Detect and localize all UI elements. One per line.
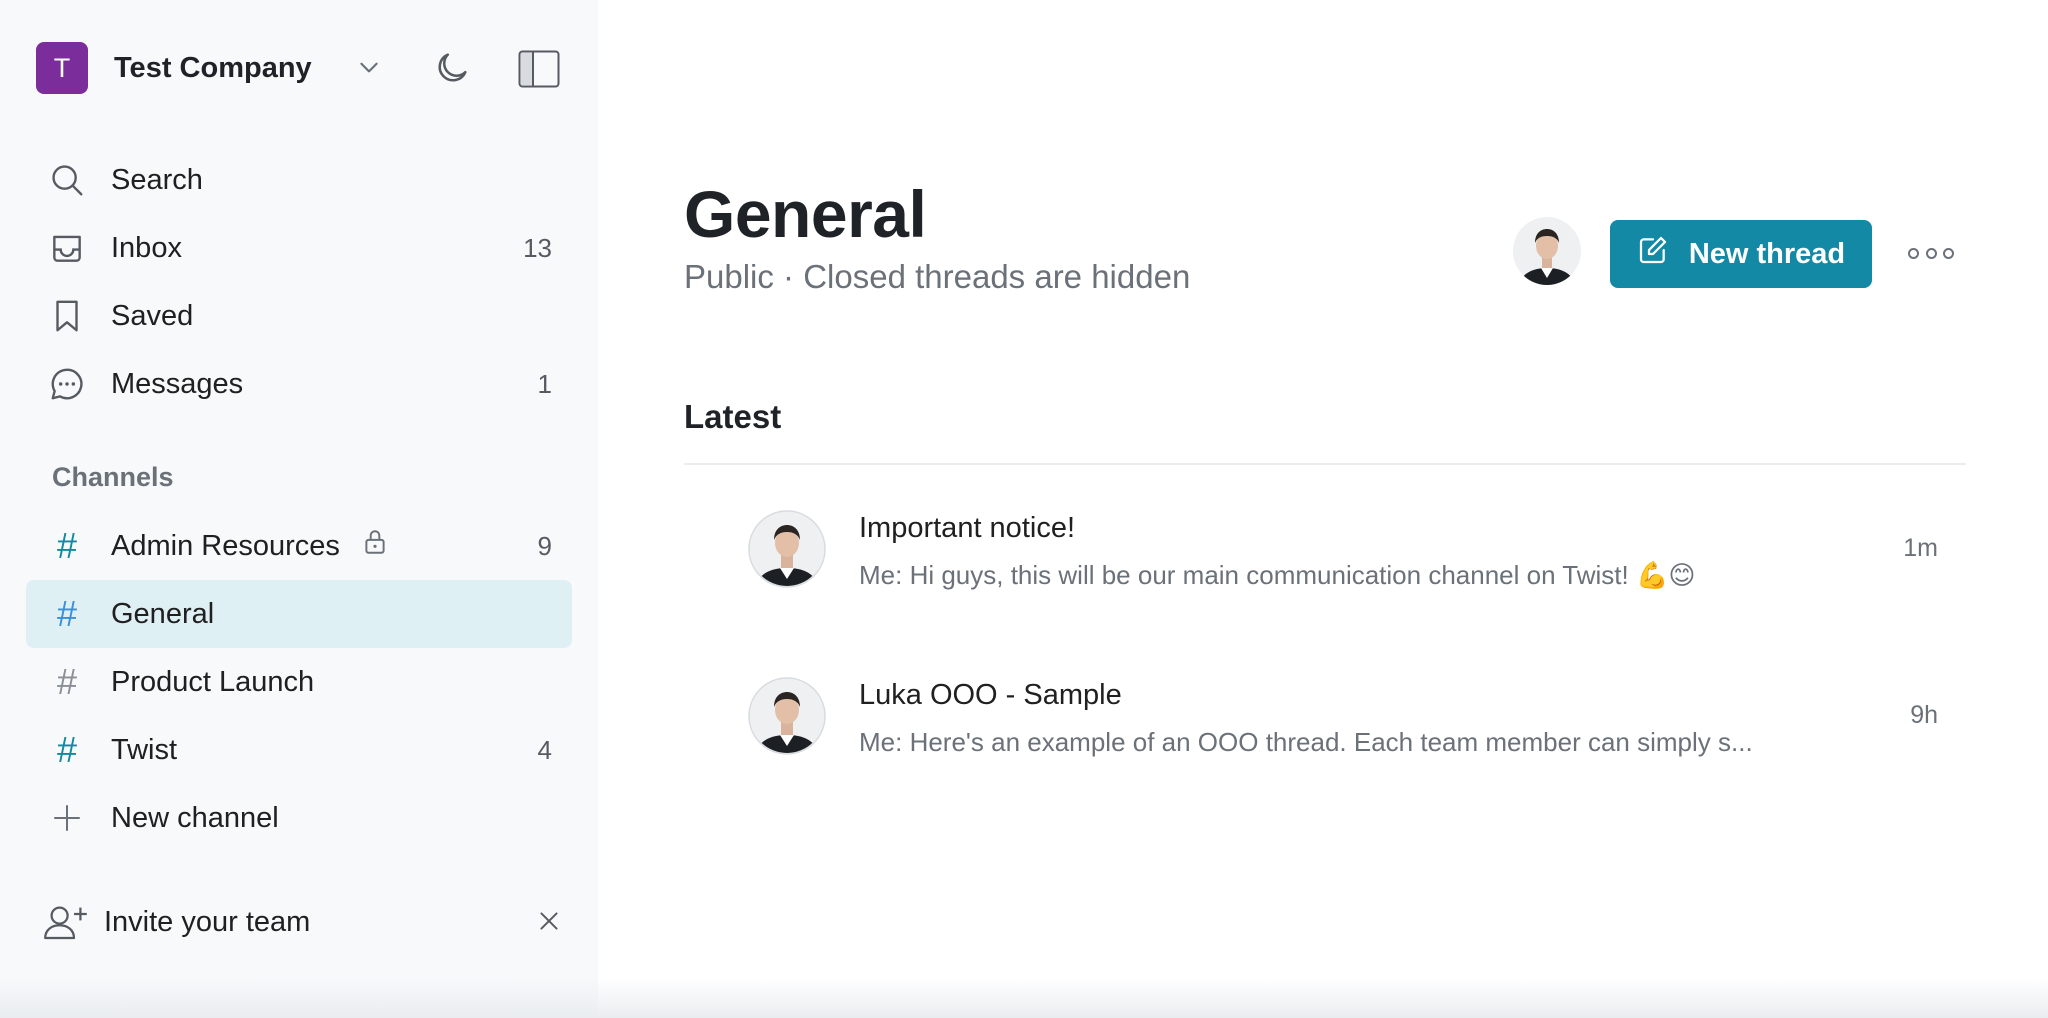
chat-bubble-icon — [48, 365, 86, 403]
nav-search-label: Search — [111, 163, 203, 196]
thread-snippet: Me: Hi guys, this will be our main commu… — [859, 560, 1696, 590]
thread-timestamp: 9h — [1910, 701, 1938, 729]
new-thread-label: New thread — [1688, 237, 1846, 270]
nav-messages[interactable]: Messages 1 — [26, 350, 572, 418]
channel-name: Twist — [111, 733, 178, 766]
nav-saved[interactable]: Saved — [26, 282, 572, 350]
thread-timestamp: 1m — [1903, 534, 1938, 562]
channels-section-title: Channels — [52, 462, 174, 492]
page-subtitle: Public · Closed threads are hidden — [684, 258, 1191, 295]
thread-item[interactable]: Important notice! Me: Hi guys, this will… — [748, 510, 1938, 600]
avatar — [748, 677, 826, 755]
thread-title: Important notice! — [859, 512, 1075, 544]
workspace-avatar[interactable]: T — [36, 42, 88, 94]
channel-count: 4 — [537, 734, 552, 765]
add-user-icon — [42, 902, 90, 947]
moon-icon[interactable] — [432, 48, 472, 93]
channel-count: 9 — [537, 530, 552, 561]
invite-team[interactable]: Invite your team — [42, 892, 562, 952]
nav-search[interactable]: Search — [26, 146, 572, 214]
nav-inbox-count: 13 — [523, 232, 552, 263]
channel-item-general[interactable]: # General — [26, 580, 572, 648]
avatar — [748, 510, 826, 588]
channel-name: General — [111, 597, 215, 630]
sidebar: T Test Company Search Inbox 13 Saved Mes… — [0, 0, 598, 1018]
thread-title: Luka OOO - Sample — [859, 679, 1122, 711]
hash-icon: # — [56, 661, 78, 702]
workspace-name[interactable]: Test Company — [114, 52, 312, 85]
hash-icon: # — [56, 525, 78, 566]
new-channel-label: New channel — [111, 801, 279, 834]
plus-icon — [48, 799, 86, 837]
bottom-shade — [0, 978, 2048, 1018]
nav-inbox-label: Inbox — [111, 231, 182, 264]
main-content: General Public · Closed threads are hidd… — [598, 0, 2048, 1018]
channel-item-admin-resources[interactable]: # Admin Resources 9 — [26, 512, 572, 580]
lock-icon — [362, 528, 388, 561]
thread-snippet: Me: Here's an example of an OOO thread. … — [859, 727, 1753, 757]
channel-item-product-launch[interactable]: # Product Launch — [26, 648, 572, 716]
nav-messages-label: Messages — [111, 367, 244, 400]
nav-messages-count: 1 — [537, 368, 552, 399]
nav-saved-label: Saved — [111, 299, 194, 332]
invite-label: Invite your team — [104, 906, 311, 938]
sidebar-toggle-icon[interactable] — [518, 50, 560, 93]
close-icon[interactable] — [536, 908, 562, 939]
channel-item-twist[interactable]: # Twist 4 — [26, 716, 572, 784]
thread-item[interactable]: Luka OOO - Sample Me: Here's an example … — [748, 677, 1938, 767]
search-icon — [48, 161, 86, 199]
more-options-icon[interactable] — [1908, 238, 1954, 268]
inbox-icon — [48, 229, 86, 267]
workspace-header: T Test Company — [36, 40, 576, 96]
page-title: General — [684, 177, 927, 251]
compose-icon — [1637, 234, 1669, 274]
latest-section-title: Latest — [684, 398, 782, 435]
new-channel-button[interactable]: New channel — [26, 784, 572, 852]
avatar[interactable] — [1512, 216, 1582, 286]
channel-name: Admin Resources — [111, 529, 340, 562]
channel-name: Product Launch — [111, 665, 315, 698]
divider — [684, 463, 1966, 465]
bookmark-icon — [48, 297, 86, 335]
hash-icon: # — [56, 593, 78, 634]
hash-icon: # — [56, 729, 78, 770]
new-thread-button[interactable]: New thread — [1610, 220, 1872, 288]
nav-inbox[interactable]: Inbox 13 — [26, 214, 572, 282]
chevron-down-icon[interactable] — [356, 54, 382, 85]
